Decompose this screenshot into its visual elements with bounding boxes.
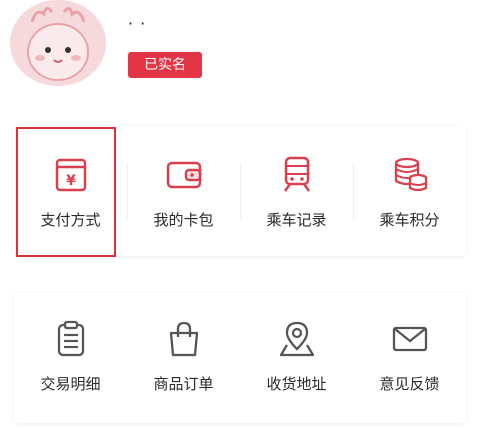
my-card-wallet-button[interactable]: 我的卡包 [127, 126, 240, 256]
feedback-label: 意见反馈 [379, 375, 440, 393]
feedback-button[interactable]: 意见反馈 [353, 293, 466, 423]
product-orders-button[interactable]: 商品订单 [127, 293, 240, 423]
card-wallet-icon [166, 161, 201, 189]
transaction-details-button[interactable]: 交易明细 [14, 293, 127, 423]
shipping-address-button[interactable]: 收货地址 [240, 293, 353, 423]
shopping-bag-icon [169, 321, 198, 357]
ride-records-label: 乘车记录 [266, 211, 327, 229]
divider [240, 163, 241, 219]
my-card-wallet-label: 我的卡包 [153, 211, 214, 229]
envelope-icon [392, 326, 427, 352]
avatar[interactable] [10, 0, 106, 86]
transaction-details-label: 交易明细 [40, 375, 101, 393]
ride-points-button[interactable]: 乘车积分 [353, 126, 466, 256]
train-icon [283, 156, 310, 192]
verified-badge: 已实名 [128, 52, 202, 78]
ride-records-button[interactable]: 乘车记录 [240, 126, 353, 256]
ride-points-label: 乘车积分 [379, 211, 440, 229]
divider [353, 163, 354, 219]
location-pin-icon [279, 321, 314, 357]
coins-icon [394, 157, 427, 192]
user-name: · · [128, 14, 147, 33]
divider [127, 163, 128, 219]
product-orders-label: 商品订单 [153, 375, 214, 393]
account-card: 交易明细 商品订单 收货地址 意见反馈 [14, 293, 466, 423]
clipboard-icon [57, 320, 84, 357]
highlight-box [16, 127, 116, 257]
shipping-address-label: 收货地址 [266, 375, 327, 393]
